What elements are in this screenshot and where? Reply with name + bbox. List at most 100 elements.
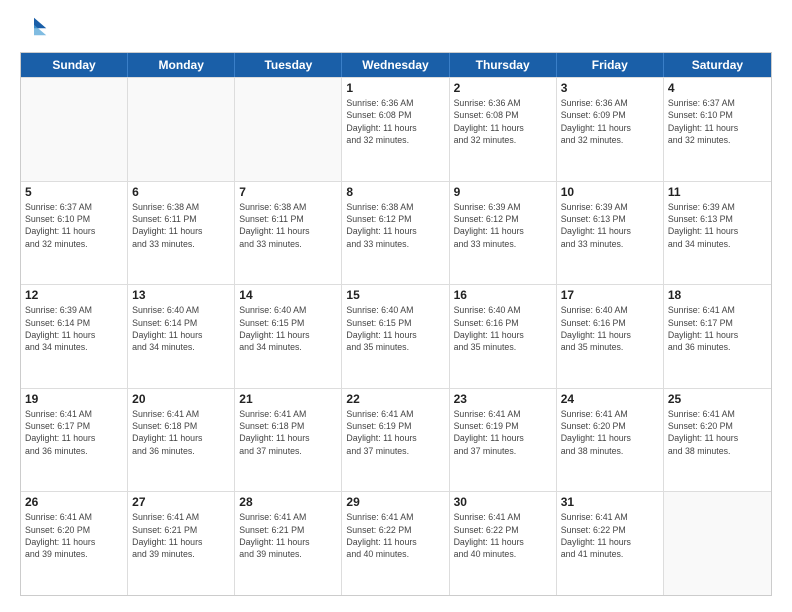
- header: [20, 16, 772, 44]
- day-number: 2: [454, 81, 552, 95]
- day-number: 29: [346, 495, 444, 509]
- day-info: Sunrise: 6:36 AM Sunset: 6:08 PM Dayligh…: [346, 97, 444, 146]
- day-info: Sunrise: 6:41 AM Sunset: 6:18 PM Dayligh…: [132, 408, 230, 457]
- day-info: Sunrise: 6:41 AM Sunset: 6:17 PM Dayligh…: [25, 408, 123, 457]
- day-number: 18: [668, 288, 767, 302]
- cal-cell: 25 Sunrise: 6:41 AM Sunset: 6:20 PM Dayli…: [664, 389, 771, 492]
- day-info: Sunrise: 6:40 AM Sunset: 6:16 PM Dayligh…: [454, 304, 552, 353]
- cal-cell: 15 Sunrise: 6:40 AM Sunset: 6:15 PM Dayli…: [342, 285, 449, 388]
- cal-cell: 11 Sunrise: 6:39 AM Sunset: 6:13 PM Dayli…: [664, 182, 771, 285]
- day-info: Sunrise: 6:41 AM Sunset: 6:18 PM Dayligh…: [239, 408, 337, 457]
- day-number: 26: [25, 495, 123, 509]
- day-info: Sunrise: 6:39 AM Sunset: 6:13 PM Dayligh…: [561, 201, 659, 250]
- cal-cell: 23 Sunrise: 6:41 AM Sunset: 6:19 PM Dayli…: [450, 389, 557, 492]
- header-day-thursday: Thursday: [450, 53, 557, 77]
- calendar-header: SundayMondayTuesdayWednesdayThursdayFrid…: [21, 53, 771, 77]
- logo-icon: [20, 16, 48, 44]
- week-row-5: 26Sunrise: 6:41 AM Sunset: 6:20 PM Dayli…: [21, 491, 771, 595]
- cal-cell: 29 Sunrise: 6:41 AM Sunset: 6:22 PM Dayli…: [342, 492, 449, 595]
- day-info: Sunrise: 6:41 AM Sunset: 6:21 PM Dayligh…: [132, 511, 230, 560]
- cal-cell: 12 Sunrise: 6:39 AM Sunset: 6:14 PM Dayli…: [21, 285, 128, 388]
- day-info: Sunrise: 6:40 AM Sunset: 6:15 PM Dayligh…: [239, 304, 337, 353]
- cal-cell: [21, 78, 128, 181]
- day-number: 16: [454, 288, 552, 302]
- header-day-wednesday: Wednesday: [342, 53, 449, 77]
- day-info: Sunrise: 6:37 AM Sunset: 6:10 PM Dayligh…: [668, 97, 767, 146]
- day-number: 25: [668, 392, 767, 406]
- day-info: Sunrise: 6:41 AM Sunset: 6:22 PM Dayligh…: [346, 511, 444, 560]
- day-number: 12: [25, 288, 123, 302]
- cal-cell: 17Sunrise: 6:40 AM Sunset: 6:16 PM Dayli…: [557, 285, 664, 388]
- day-number: 31: [561, 495, 659, 509]
- day-number: 8: [346, 185, 444, 199]
- cal-cell: 10 Sunrise: 6:39 AM Sunset: 6:13 PM Dayli…: [557, 182, 664, 285]
- day-info: Sunrise: 6:41 AM Sunset: 6:20 PM Dayligh…: [668, 408, 767, 457]
- cal-cell: 27Sunrise: 6:41 AM Sunset: 6:21 PM Dayli…: [128, 492, 235, 595]
- day-number: 11: [668, 185, 767, 199]
- day-number: 1: [346, 81, 444, 95]
- day-info: Sunrise: 6:41 AM Sunset: 6:22 PM Dayligh…: [454, 511, 552, 560]
- cal-cell: 19 Sunrise: 6:41 AM Sunset: 6:17 PM Dayli…: [21, 389, 128, 492]
- day-number: 13: [132, 288, 230, 302]
- day-number: 6: [132, 185, 230, 199]
- cal-cell: 22 Sunrise: 6:41 AM Sunset: 6:19 PM Dayli…: [342, 389, 449, 492]
- day-number: 30: [454, 495, 552, 509]
- day-number: 14: [239, 288, 337, 302]
- day-info: Sunrise: 6:41 AM Sunset: 6:17 PM Dayligh…: [668, 304, 767, 353]
- day-info: Sunrise: 6:36 AM Sunset: 6:08 PM Dayligh…: [454, 97, 552, 146]
- day-number: 15: [346, 288, 444, 302]
- day-number: 3: [561, 81, 659, 95]
- cal-cell: 6 Sunrise: 6:38 AM Sunset: 6:11 PM Daylig…: [128, 182, 235, 285]
- day-info: Sunrise: 6:39 AM Sunset: 6:12 PM Dayligh…: [454, 201, 552, 250]
- header-day-tuesday: Tuesday: [235, 53, 342, 77]
- page: SundayMondayTuesdayWednesdayThursdayFrid…: [0, 0, 792, 612]
- day-info: Sunrise: 6:40 AM Sunset: 6:15 PM Dayligh…: [346, 304, 444, 353]
- header-day-monday: Monday: [128, 53, 235, 77]
- cal-cell: 18 Sunrise: 6:41 AM Sunset: 6:17 PM Dayli…: [664, 285, 771, 388]
- day-info: Sunrise: 6:39 AM Sunset: 6:14 PM Dayligh…: [25, 304, 123, 353]
- day-info: Sunrise: 6:41 AM Sunset: 6:19 PM Dayligh…: [454, 408, 552, 457]
- cal-cell: 5 Sunrise: 6:37 AM Sunset: 6:10 PM Daylig…: [21, 182, 128, 285]
- day-info: Sunrise: 6:38 AM Sunset: 6:11 PM Dayligh…: [132, 201, 230, 250]
- cal-cell: 7 Sunrise: 6:38 AM Sunset: 6:11 PM Daylig…: [235, 182, 342, 285]
- header-day-sunday: Sunday: [21, 53, 128, 77]
- calendar: SundayMondayTuesdayWednesdayThursdayFrid…: [20, 52, 772, 596]
- day-number: 10: [561, 185, 659, 199]
- cal-cell: 13 Sunrise: 6:40 AM Sunset: 6:14 PM Dayli…: [128, 285, 235, 388]
- day-info: Sunrise: 6:40 AM Sunset: 6:16 PM Dayligh…: [561, 304, 659, 353]
- cal-cell: 14 Sunrise: 6:40 AM Sunset: 6:15 PM Dayli…: [235, 285, 342, 388]
- day-info: Sunrise: 6:38 AM Sunset: 6:11 PM Dayligh…: [239, 201, 337, 250]
- day-number: 22: [346, 392, 444, 406]
- day-info: Sunrise: 6:41 AM Sunset: 6:21 PM Dayligh…: [239, 511, 337, 560]
- day-info: Sunrise: 6:41 AM Sunset: 6:19 PM Dayligh…: [346, 408, 444, 457]
- cal-cell: 8Sunrise: 6:38 AM Sunset: 6:12 PM Daylig…: [342, 182, 449, 285]
- cal-cell: 1 Sunrise: 6:36 AM Sunset: 6:08 PM Daylig…: [342, 78, 449, 181]
- cal-cell: 4 Sunrise: 6:37 AM Sunset: 6:10 PM Daylig…: [664, 78, 771, 181]
- logo: [20, 16, 52, 44]
- day-number: 23: [454, 392, 552, 406]
- day-number: 4: [668, 81, 767, 95]
- day-number: 9: [454, 185, 552, 199]
- week-row-2: 5 Sunrise: 6:37 AM Sunset: 6:10 PM Daylig…: [21, 181, 771, 285]
- day-number: 5: [25, 185, 123, 199]
- week-row-1: 1 Sunrise: 6:36 AM Sunset: 6:08 PM Daylig…: [21, 77, 771, 181]
- cal-cell: 3Sunrise: 6:36 AM Sunset: 6:09 PM Daylig…: [557, 78, 664, 181]
- cal-cell: 24Sunrise: 6:41 AM Sunset: 6:20 PM Dayli…: [557, 389, 664, 492]
- cal-cell: 2 Sunrise: 6:36 AM Sunset: 6:08 PM Daylig…: [450, 78, 557, 181]
- cal-cell: [664, 492, 771, 595]
- cal-cell: 16 Sunrise: 6:40 AM Sunset: 6:16 PM Dayli…: [450, 285, 557, 388]
- day-info: Sunrise: 6:41 AM Sunset: 6:20 PM Dayligh…: [561, 408, 659, 457]
- cal-cell: 9 Sunrise: 6:39 AM Sunset: 6:12 PM Daylig…: [450, 182, 557, 285]
- cal-cell: 20 Sunrise: 6:41 AM Sunset: 6:18 PM Dayli…: [128, 389, 235, 492]
- day-info: Sunrise: 6:40 AM Sunset: 6:14 PM Dayligh…: [132, 304, 230, 353]
- day-number: 19: [25, 392, 123, 406]
- day-info: Sunrise: 6:41 AM Sunset: 6:22 PM Dayligh…: [561, 511, 659, 560]
- header-day-friday: Friday: [557, 53, 664, 77]
- day-number: 20: [132, 392, 230, 406]
- day-number: 28: [239, 495, 337, 509]
- day-number: 7: [239, 185, 337, 199]
- cal-cell: 30 Sunrise: 6:41 AM Sunset: 6:22 PM Dayli…: [450, 492, 557, 595]
- cal-cell: 28 Sunrise: 6:41 AM Sunset: 6:21 PM Dayli…: [235, 492, 342, 595]
- day-info: Sunrise: 6:39 AM Sunset: 6:13 PM Dayligh…: [668, 201, 767, 250]
- day-info: Sunrise: 6:37 AM Sunset: 6:10 PM Dayligh…: [25, 201, 123, 250]
